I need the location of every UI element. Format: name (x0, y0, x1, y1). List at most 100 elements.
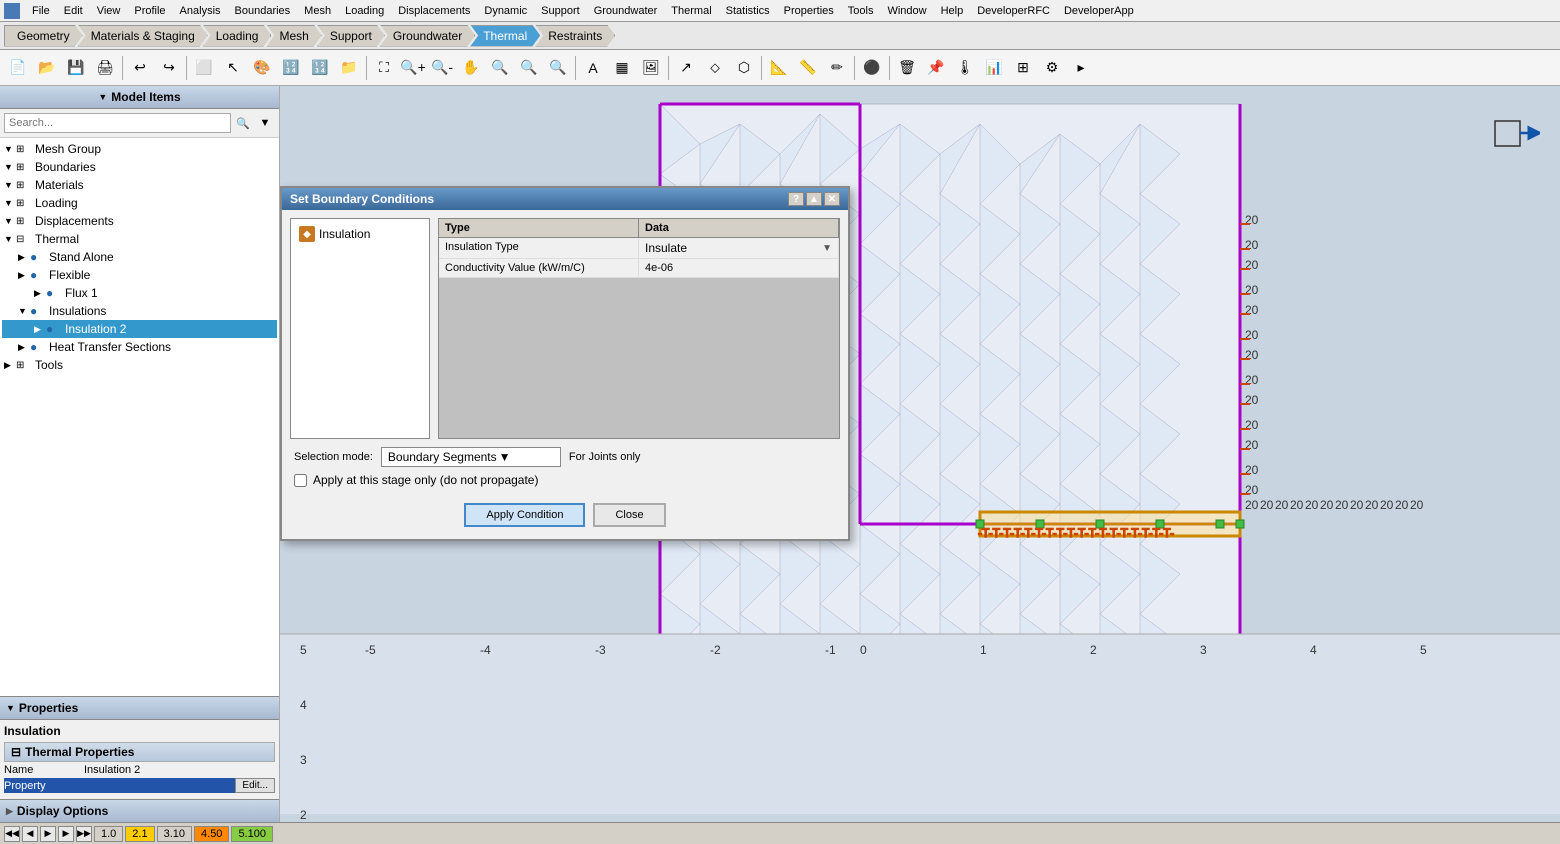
row1-data[interactable]: Insulate ▼ (639, 238, 839, 258)
toolbar-open[interactable]: 📂 (33, 54, 61, 82)
toolbar-grid[interactable]: ▦ (608, 54, 636, 82)
toolbar-fit[interactable]: ⛶ (370, 54, 398, 82)
menu-loading[interactable]: Loading (339, 3, 390, 19)
toolbar-shape2[interactable]: ⬡ (730, 54, 758, 82)
toolbar-pin[interactable]: 📌 (922, 54, 950, 82)
menu-support[interactable]: Support (535, 3, 586, 19)
menu-window[interactable]: Window (881, 3, 932, 19)
tree-item-insulation-2[interactable]: ▶●Insulation 2 (2, 320, 277, 338)
menu-profile[interactable]: Profile (128, 3, 171, 19)
tree-item-boundaries[interactable]: ▼⊞Boundaries (2, 158, 277, 176)
menu-thermal[interactable]: Thermal (665, 3, 717, 19)
apply-condition-button[interactable]: Apply Condition (464, 503, 585, 527)
toolbar-sphere[interactable]: ⚫ (858, 54, 886, 82)
tree-item-heat-transfer-sections[interactable]: ▶●Heat Transfer Sections (2, 338, 277, 356)
toolbar-text[interactable]: A (579, 54, 607, 82)
toolbar-print[interactable]: 🖨 (91, 54, 119, 82)
apply-stage-checkbox[interactable] (294, 474, 307, 487)
menu-view[interactable]: View (91, 3, 127, 19)
search-input[interactable] (4, 113, 231, 133)
stage-3-badge[interactable]: 3.10 (157, 826, 192, 842)
canvas-area[interactable]: 20 20 20 20 20 20 20 20 20 20 20 20 20 2… (280, 86, 1560, 822)
menu-statistics[interactable]: Statistics (720, 3, 776, 19)
prop-edit-button[interactable]: Edit... (235, 778, 275, 793)
toolbar-pan[interactable]: ✋ (457, 54, 485, 82)
toolbar-calc[interactable]: 🔢 (306, 54, 334, 82)
menu-displacements[interactable]: Displacements (392, 3, 476, 19)
toolbar-cursor[interactable]: ↖ (219, 54, 247, 82)
menu-groundwater[interactable]: Groundwater (588, 3, 664, 19)
nav-next-button[interactable]: ▶ (58, 826, 74, 842)
menu-boundaries[interactable]: Boundaries (229, 3, 297, 19)
toolbar-delete[interactable]: 🗑 (893, 54, 921, 82)
toolbar-new[interactable]: 📄 (4, 54, 32, 82)
toolbar-thermal[interactable]: 🌡 (951, 54, 979, 82)
toolbar-color[interactable]: 🎨 (248, 54, 276, 82)
selection-mode-dropdown[interactable]: Boundary Segments ▼ (381, 447, 561, 467)
toolbar-angle[interactable]: 📐 (765, 54, 793, 82)
toolbar-table[interactable]: 🔢 (277, 54, 305, 82)
toolbar-save[interactable]: 💾 (62, 54, 90, 82)
row2-data[interactable]: 4e-06 (639, 259, 839, 277)
toolbar-chart[interactable]: 📊 (980, 54, 1008, 82)
dialog-minimize-button[interactable]: ▲ (806, 192, 822, 206)
menu-file[interactable]: File (26, 3, 56, 19)
menu-tools[interactable]: Tools (842, 3, 880, 19)
tab-loading[interactable]: Loading (203, 25, 272, 47)
toolbar-draw[interactable]: ✏ (823, 54, 851, 82)
search-button[interactable]: 🔍 (233, 113, 253, 133)
toolbar-select[interactable]: ⬜ (190, 54, 218, 82)
dialog-close-button[interactable]: ✕ (824, 192, 840, 206)
tab-groundwater[interactable]: Groundwater (380, 25, 475, 47)
tree-item-loading[interactable]: ▼⊞Loading (2, 194, 277, 212)
tree-item-tools[interactable]: ▶⊞Tools (2, 356, 277, 374)
stage-5-badge[interactable]: 5.100 (231, 826, 273, 842)
toolbar-shape1[interactable]: ⬦ (701, 54, 729, 82)
toolbar-zoom-out[interactable]: 🔍- (428, 54, 456, 82)
tab-mesh[interactable]: Mesh (266, 25, 321, 47)
tree-item-thermal[interactable]: ▼⊟Thermal (2, 230, 277, 248)
toolbar-measure[interactable]: 📏 (794, 54, 822, 82)
menu-help[interactable]: Help (935, 3, 970, 19)
tree-item-insulations[interactable]: ▼●Insulations (2, 302, 277, 320)
menu-mesh[interactable]: Mesh (298, 3, 337, 19)
toolbar-zoom2[interactable]: 🔍 (486, 54, 514, 82)
tree-item-flux-1[interactable]: ▶●Flux 1 (2, 284, 277, 302)
boundary-conditions-dialog[interactable]: Set Boundary Conditions ? ▲ ✕ ◆ Insula (280, 186, 850, 541)
display-options-header[interactable]: Display Options (0, 799, 279, 822)
menu-developerrfc[interactable]: DeveloperRFC (971, 3, 1056, 19)
menu-developerapp[interactable]: DeveloperApp (1058, 3, 1140, 19)
toolbar-image[interactable]: 🖼 (637, 54, 665, 82)
tree-item-stand-alone[interactable]: ▶●Stand Alone (2, 248, 277, 266)
tab-thermal[interactable]: Thermal (470, 25, 540, 47)
toolbar-file2[interactable]: 📁 (335, 54, 363, 82)
toolbar-settings[interactable]: ⚙ (1038, 54, 1066, 82)
tree-item-flexible[interactable]: ▶●Flexible (2, 266, 277, 284)
tree-item-displacements[interactable]: ▼⊞Displacements (2, 212, 277, 230)
insulation-list-item[interactable]: ◆ Insulation (295, 223, 425, 245)
nav-prev-button[interactable]: ◀ (22, 826, 38, 842)
stage-4-badge[interactable]: 4.50 (194, 826, 229, 842)
filter-button[interactable]: ▼ (255, 113, 275, 133)
toolbar-redo[interactable]: ↪ (155, 54, 183, 82)
toolbar-arrow[interactable]: ↗ (672, 54, 700, 82)
toolbar-undo[interactable]: ↩ (126, 54, 154, 82)
menu-edit[interactable]: Edit (58, 3, 89, 19)
toolbar-zoom3[interactable]: 🔍 (515, 54, 543, 82)
tab-support[interactable]: Support (317, 25, 385, 47)
stage-1-badge[interactable]: 1.0 (94, 826, 123, 842)
tab-geometry[interactable]: Geometry (4, 25, 83, 47)
toolbar-more[interactable]: ▸ (1067, 54, 1095, 82)
menu-dynamic[interactable]: Dynamic (478, 3, 533, 19)
stage-2-badge[interactable]: 2.1 (125, 826, 154, 842)
menu-analysis[interactable]: Analysis (174, 3, 227, 19)
tree-item-mesh-group[interactable]: ▼⊞Mesh Group (2, 140, 277, 158)
toolbar-zoom-in[interactable]: 🔍+ (399, 54, 427, 82)
tab-restraints[interactable]: Restraints (535, 25, 615, 47)
tab-materials-staging[interactable]: Materials & Staging (78, 25, 208, 47)
nav-play-button[interactable]: ▶ (40, 826, 56, 842)
nav-last-button[interactable]: ▶▶ (76, 826, 92, 842)
nav-first-button[interactable]: ◀◀ (4, 826, 20, 842)
close-button[interactable]: Close (593, 503, 665, 527)
dialog-help-button[interactable]: ? (788, 192, 804, 206)
